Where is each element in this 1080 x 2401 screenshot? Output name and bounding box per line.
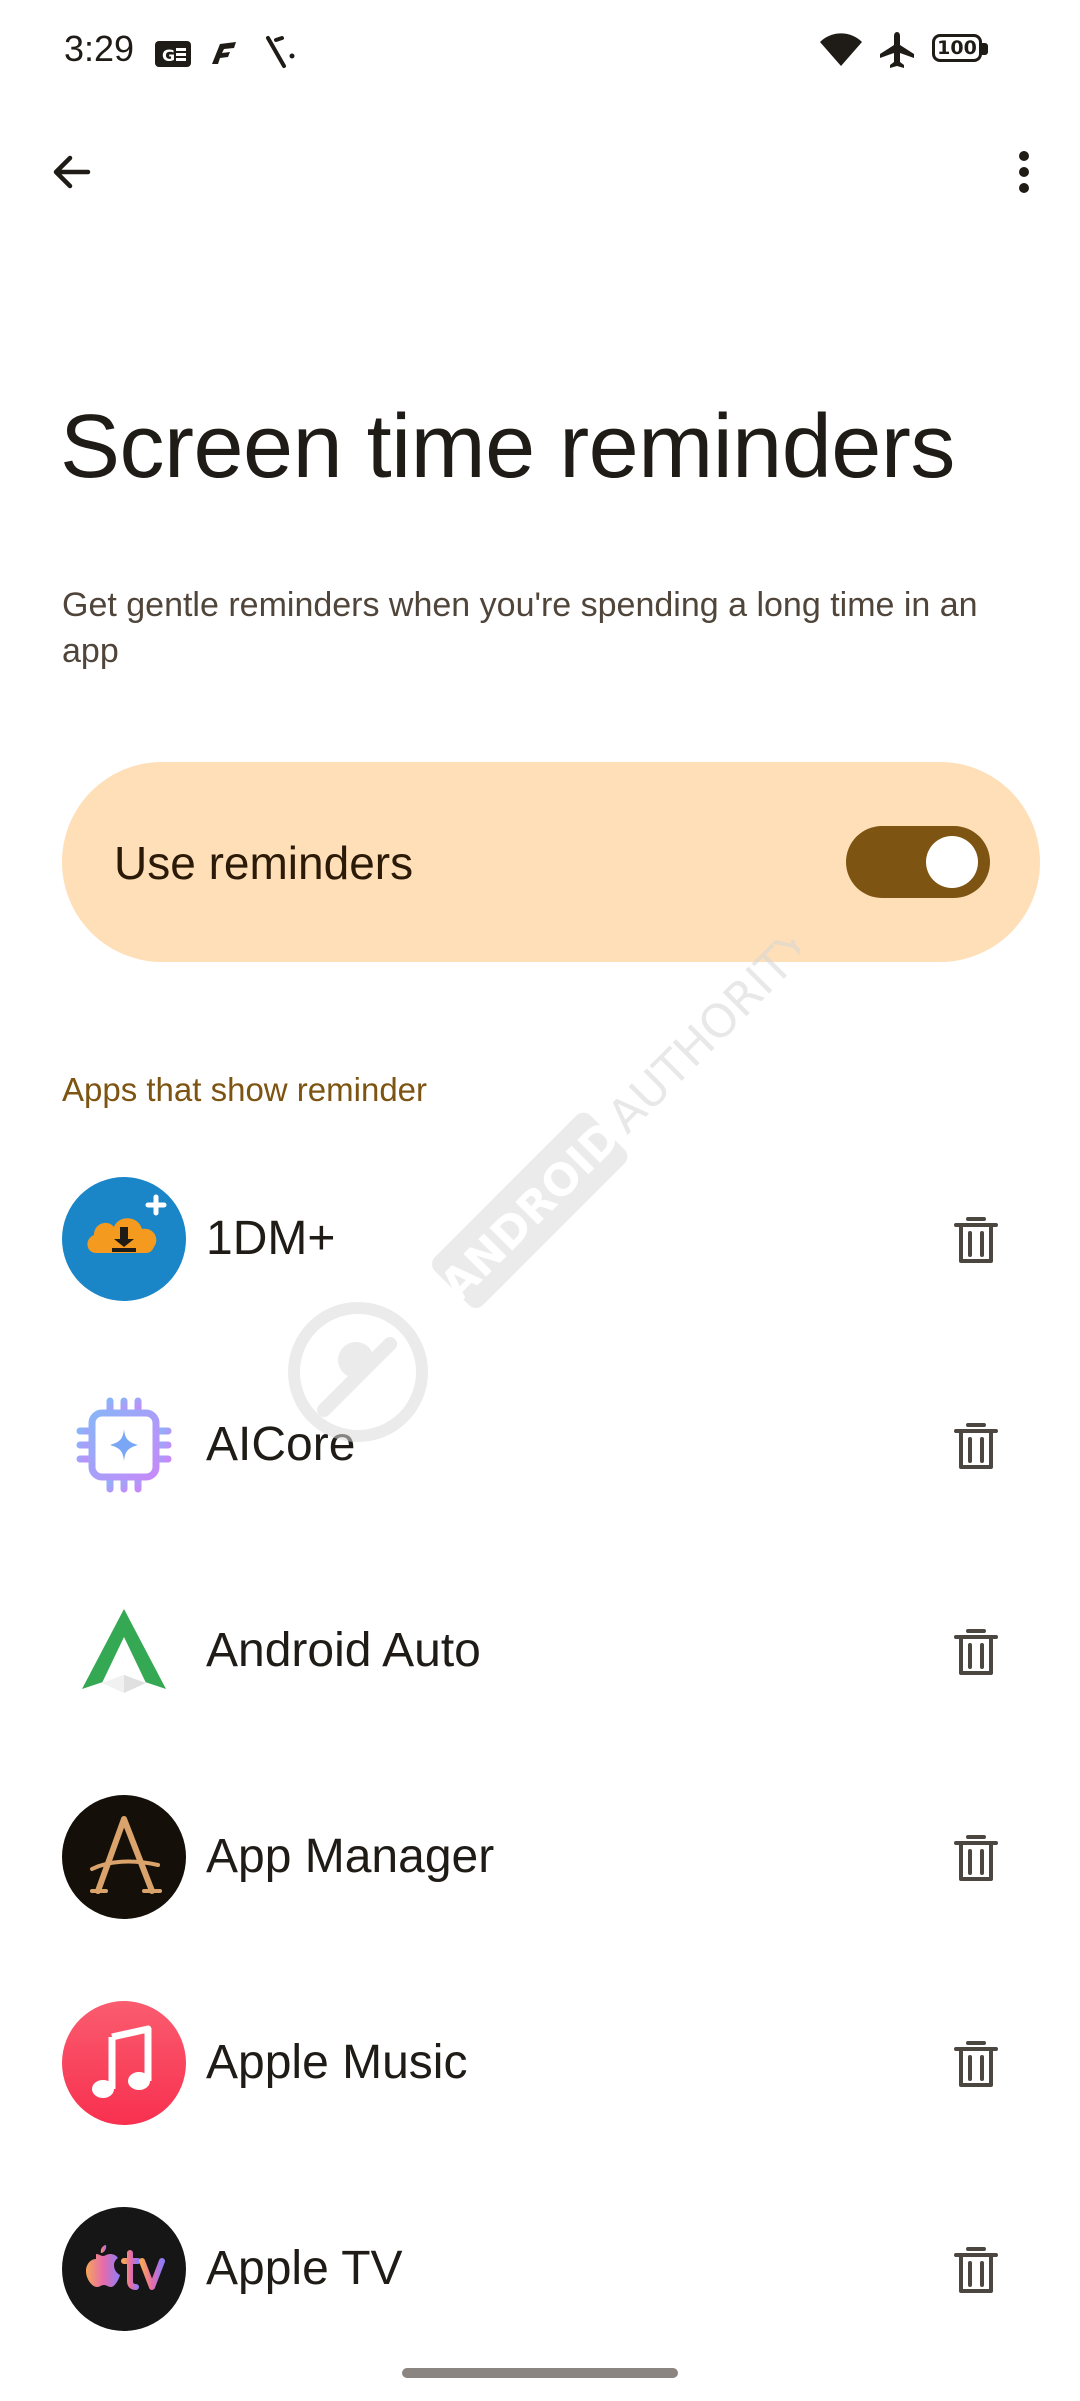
fenix-icon: [212, 42, 236, 64]
app-name: Android Auto: [206, 1624, 481, 1677]
list-item[interactable]: Android Auto: [0, 1548, 1080, 1754]
list-item[interactable]: Apple TV: [0, 2166, 1080, 2372]
list-item[interactable]: App Manager: [0, 1754, 1080, 1960]
trash-icon: [954, 2247, 998, 2293]
1dm-download-icon: [62, 1177, 186, 1301]
apple-music-icon: [62, 2001, 186, 2125]
svg-text:G: G: [162, 46, 175, 65]
airplane-icon: [880, 32, 914, 68]
notification-icon: [266, 36, 295, 68]
trash-icon: [954, 1835, 998, 1881]
use-reminders-label: Use reminders: [114, 837, 414, 889]
apple-tv-icon: [62, 2207, 186, 2331]
more-options-button[interactable]: [988, 136, 1060, 208]
delete-button[interactable]: [940, 1822, 1012, 1894]
wifi-icon: [820, 33, 862, 66]
delete-button[interactable]: [940, 1410, 1012, 1482]
app-name: 1DM+: [206, 1212, 336, 1265]
aicore-chip-icon: [76, 1397, 172, 1493]
screen-time-reminders-screen: 3:29 G 100 Screen time reminders Get gen…: [0, 0, 1080, 2401]
app-name: Apple TV: [206, 2242, 403, 2295]
section-header: Apps that show reminder: [62, 1071, 428, 1108]
battery-level: 100: [937, 37, 977, 59]
delete-button[interactable]: [940, 1204, 1012, 1276]
delete-button[interactable]: [940, 2234, 1012, 2306]
page-title: Screen time reminders: [60, 397, 955, 497]
delete-button[interactable]: [940, 2028, 1012, 2100]
trash-icon: [954, 1629, 998, 1675]
arrow-back-icon: [53, 155, 91, 189]
status-time: 3:29: [64, 28, 135, 69]
gesture-handle[interactable]: [402, 2368, 678, 2378]
app-name: AICore: [206, 1418, 356, 1471]
status-bar: 3:29 G 100: [0, 0, 1080, 100]
back-button[interactable]: [36, 136, 108, 208]
trash-icon: [954, 1217, 998, 1263]
page-subtitle: Get gentle reminders when you're spendin…: [62, 586, 978, 670]
delete-button[interactable]: [940, 1616, 1012, 1688]
app-name: App Manager: [206, 1830, 495, 1883]
list-item[interactable]: AICore: [0, 1342, 1080, 1548]
switch-thumb: [926, 836, 978, 888]
android-auto-icon: [82, 1609, 166, 1693]
use-reminders-card[interactable]: Use reminders: [62, 762, 1040, 962]
app-manager-icon: [62, 1795, 186, 1919]
app-name: Apple Music: [206, 2036, 468, 2089]
svg-text:AUTHORITY: AUTHORITY: [597, 940, 800, 1143]
more-vert-icon: [1019, 151, 1029, 193]
trash-icon: [954, 2041, 998, 2087]
list-item[interactable]: 1DM+: [0, 1136, 1080, 1342]
use-reminders-switch[interactable]: [846, 826, 990, 898]
battery-icon: 100: [932, 34, 990, 66]
list-item[interactable]: Apple Music: [0, 1960, 1080, 2166]
gboard-icon: G: [155, 41, 191, 67]
trash-icon: [954, 1423, 998, 1469]
